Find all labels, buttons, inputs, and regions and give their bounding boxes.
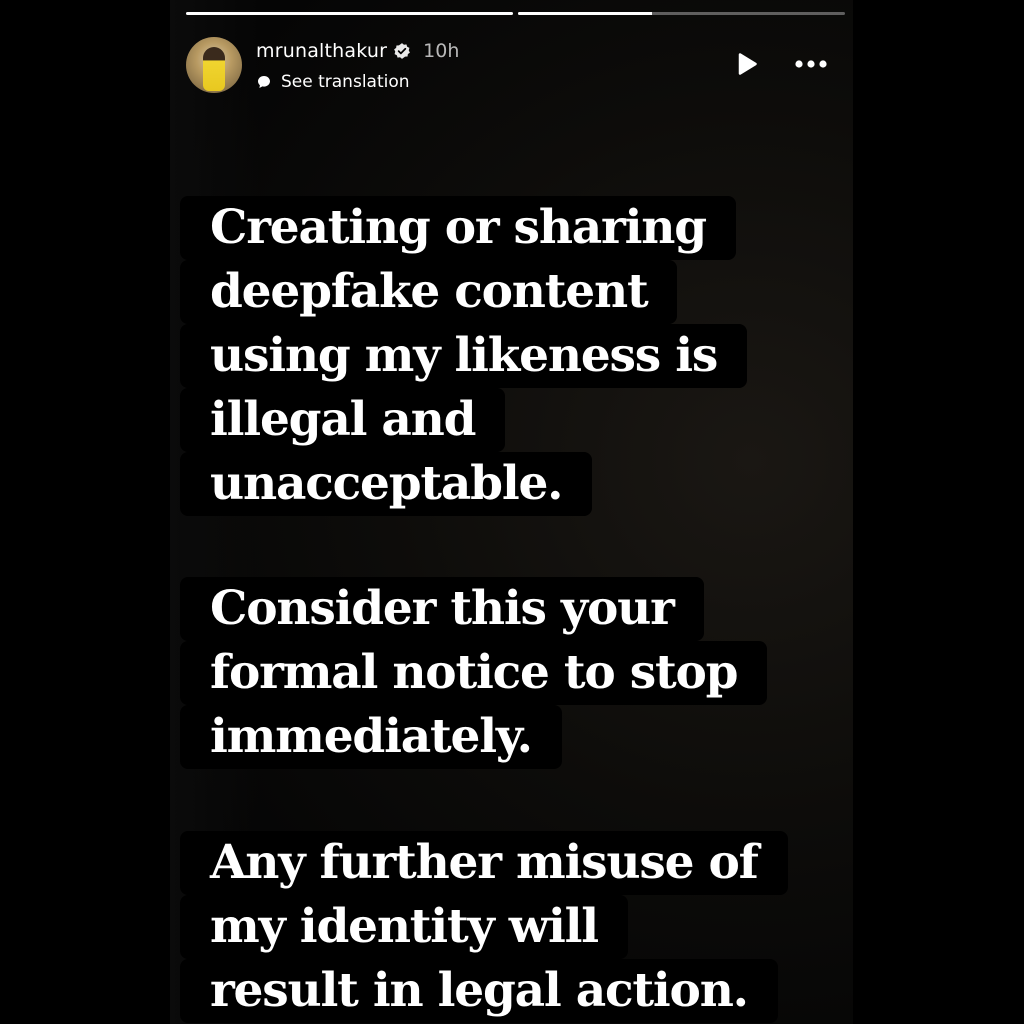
text-line: illegal and [180,388,747,452]
viewer-backdrop: mrunalthakur 10h See translation Creatin… [0,0,1024,1024]
text-line: my identity will [180,895,788,959]
text-line-content: immediately. [180,705,562,769]
text-line: formal notice to stop [180,641,768,705]
story-text-paragraph-2: Consider this your formal notice to stop… [180,577,768,769]
progress-segment [186,12,513,15]
text-line-content: Consider this your [180,577,704,641]
text-line-content: deepfake content [180,260,678,324]
text-line: Consider this your [180,577,767,641]
text-line: Any further misuse of [180,831,788,895]
story-text-paragraph-3: Any further misuse of my identity will r… [180,831,788,1023]
story-card[interactable]: mrunalthakur 10h See translation Creatin… [170,0,853,1024]
username-link[interactable]: mrunalthakur [256,40,387,62]
progress-segment [518,12,845,15]
progress-fill [186,12,513,15]
post-time: 10h [423,40,460,62]
text-line-content: result in legal action. [180,959,778,1023]
see-translation-label: See translation [281,72,410,92]
avatar[interactable] [186,37,242,93]
progress-fill [518,12,653,15]
text-line-content: unacceptable. [180,452,593,516]
story-text-paragraph-1: Creating or sharing deepfake content usi… [180,196,748,516]
text-line: result in legal action. [180,959,788,1023]
text-line: unacceptable. [180,452,747,516]
text-line-content: using my likeness is [180,324,748,388]
text-line: Creating or sharing [180,196,747,260]
text-line-content: Any further misuse of [180,831,788,895]
play-button[interactable] [733,50,761,78]
story-progress-bar [186,12,845,15]
text-line: using my likeness is [180,324,748,388]
text-line: immediately. [180,705,767,769]
text-line-content: Creating or sharing [180,196,736,260]
speech-bubble-icon [258,76,270,88]
text-line: deepfake content [180,260,747,324]
text-line-content: formal notice to stop [180,641,768,705]
avatar-photo [203,47,225,91]
more-options-button[interactable] [791,50,831,78]
username-row: mrunalthakur 10h [256,40,459,62]
see-translation-button[interactable]: See translation [257,72,410,92]
more-horizontal-icon [795,60,827,68]
play-icon [738,53,757,75]
verified-badge-icon [394,43,411,59]
story-header: mrunalthakur 10h See translation [186,36,837,96]
text-line-content: illegal and [180,388,506,452]
text-line-content: my identity will [180,895,628,959]
